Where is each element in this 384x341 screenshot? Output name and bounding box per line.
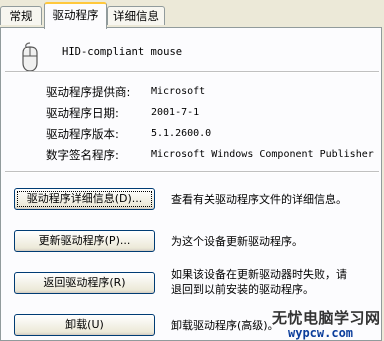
provider-label: 驱动程序提供商: (46, 85, 131, 99)
roll-back-description-line1: 如果该设备在更新驱动器时失败，请 (171, 268, 347, 281)
tab-driver[interactable]: 驱动程序 (44, 2, 107, 29)
mouse-icon (22, 42, 38, 72)
date-label: 驱动程序日期: (46, 106, 119, 120)
version-value: 5.1.2600.0 (151, 128, 212, 139)
driver-details-description: 查看有关驱动程序文件的详细信息。 (171, 193, 347, 206)
signer-value: Microsoft Windows Component Publisher (151, 149, 374, 160)
device-properties-window: 常规 驱动程序 详细信息 HID-compliant mouse 驱动程序提供商… (0, 0, 384, 341)
version-label: 驱动程序版本: (46, 127, 119, 141)
tab-strip: 常规 驱动程序 详细信息 (0, 0, 384, 29)
signer-label: 数字签名程序: (46, 148, 119, 162)
update-driver-description: 为这个设备更新驱动程序。 (171, 235, 303, 248)
tab-details[interactable]: 详细信息 (107, 6, 165, 25)
roll-back-driver-button[interactable]: 返回驱动程序(R) (14, 272, 155, 294)
roll-back-description-line2: 退回到以前安装的驱动程序。 (171, 283, 314, 296)
driver-panel: HID-compliant mouse 驱动程序提供商: Microsoft 驱… (0, 27, 382, 341)
driver-details-button[interactable]: 驱动程序详细信息(D)... (14, 188, 155, 210)
uninstall-button[interactable]: 卸载(U) (14, 314, 155, 336)
watermark-url: wypcw.com (288, 326, 354, 340)
uninstall-description: 卸载驱动程序(高级)。 (171, 319, 279, 332)
separator (5, 171, 379, 173)
date-value: 2001-7-1 (151, 107, 200, 118)
tab-general[interactable]: 常规 (0, 6, 42, 25)
separator (5, 71, 379, 73)
device-name: HID-compliant mouse (62, 46, 183, 58)
watermark-title: 无忧电脑学习网 (272, 309, 381, 327)
update-driver-button[interactable]: 更新驱动程序(P)... (14, 230, 155, 252)
provider-value: Microsoft (151, 86, 206, 97)
